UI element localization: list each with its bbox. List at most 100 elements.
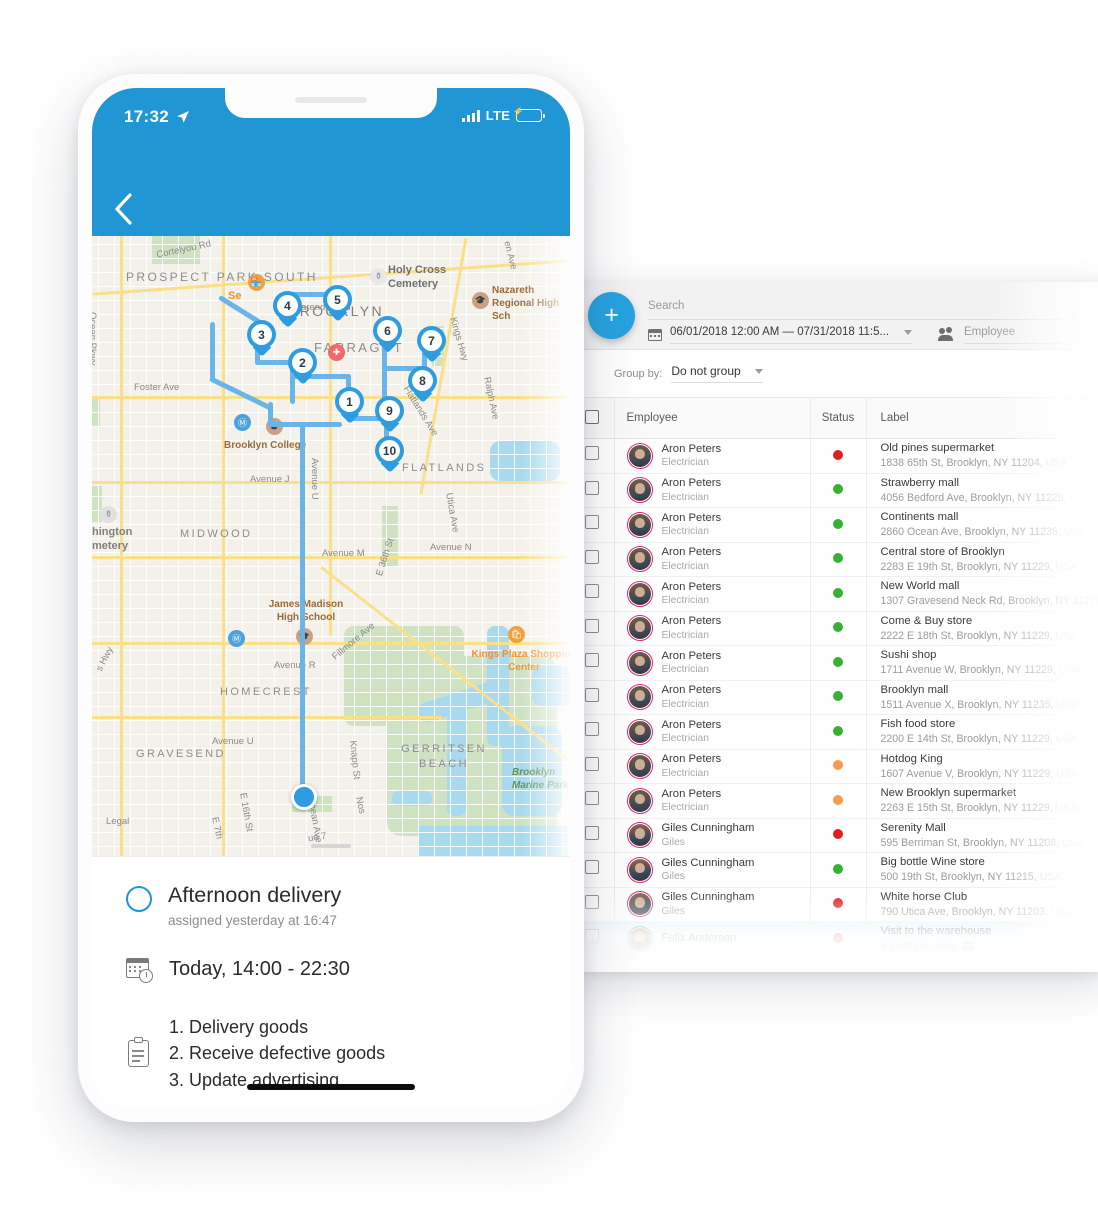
table-row[interactable]: Aron Peters Electrician Hotdog King 1607 Av… [570, 749, 1098, 784]
employee-cell: Giles Cunningham Giles [614, 887, 811, 922]
map-pin-number: 5 [327, 289, 348, 310]
row-checkbox[interactable] [584, 480, 599, 495]
task-schedule: Today, 14:00 - 22:30 [169, 958, 350, 981]
row-checkbox[interactable] [584, 687, 599, 702]
row-checkbox[interactable] [584, 756, 599, 771]
table-row[interactable]: Aron Peters Electrician Brooklyn mall 1511 … [570, 680, 1098, 715]
table-row[interactable]: Giles Cunningham Giles White horse Club 790… [570, 887, 1098, 922]
calendar-clock-icon [126, 956, 156, 984]
map-pin[interactable]: 1 [326, 387, 373, 463]
date-range-select[interactable]: 06/01/2018 12:00 AM — 07/31/2018 11:5... [670, 326, 912, 344]
employee-name: Aron Peters [661, 511, 722, 524]
map-pin[interactable]: 10 [366, 436, 413, 512]
row-checkbox[interactable] [584, 791, 599, 806]
map-pin[interactable]: 8 [399, 366, 446, 442]
row-checkbox[interactable] [584, 860, 599, 875]
back-button[interactable] [112, 192, 134, 226]
map-pin[interactable]: 7 [408, 326, 455, 402]
status-cell [810, 645, 867, 681]
avatar [626, 753, 653, 780]
row-checkbox[interactable] [584, 722, 599, 737]
label-cell: Visit to the warehouse 6 points in route [866, 921, 1098, 957]
map-area-label: PROSPECT PARK SOUTH [126, 270, 318, 284]
table-row[interactable]: Aron Peters Electrician New World mall 1307… [570, 576, 1098, 612]
employee-cell: Aron Peters Electrician [614, 473, 811, 508]
row-checkbox[interactable] [584, 929, 599, 944]
label-cell: Hotdog King 1607 Avenue V, Brooklyn, NY 1… [866, 749, 1098, 784]
label-cell: Serenity Mall 595 Berriman St, Brooklyn, … [866, 818, 1098, 853]
table-row[interactable]: Aron Peters Electrician Come & Buy store 22… [570, 611, 1098, 646]
employee-role: Electrician [661, 457, 710, 469]
nav-bar [92, 184, 570, 236]
avatar [626, 615, 653, 642]
column-label[interactable]: Label [866, 397, 1098, 439]
map-pin-number: 1 [339, 391, 360, 412]
map-pin[interactable]: 4 [264, 291, 311, 367]
map-pin[interactable]: 6 [364, 316, 411, 392]
circle-outline-icon[interactable] [126, 886, 152, 912]
map-pin-number: 10 [379, 440, 400, 461]
row-checkbox[interactable] [584, 549, 599, 564]
employee-role: Electrician [661, 560, 710, 572]
status-indicators: LTE ⚡ [461, 107, 545, 123]
status-cell [810, 611, 867, 646]
map-pin[interactable]: 5 [314, 285, 361, 361]
task-step: 2. Receive defective goods [169, 1043, 386, 1064]
table-row[interactable]: Aron Peters Electrician Fish food store 220… [570, 714, 1098, 750]
table-row[interactable]: Aron Peters Electrician Sushi shop 1711 Ave… [570, 645, 1098, 681]
table-header-row: Employee Status Label [570, 397, 1098, 439]
employee-filter-input[interactable]: Employee [964, 326, 1098, 344]
employee-name: Aron Peters [661, 580, 722, 593]
chevron-down-icon [755, 368, 764, 374]
map-area-label: GERRITSEN BEACH [401, 743, 487, 770]
avatar [626, 477, 653, 504]
row-checkbox[interactable] [584, 653, 599, 668]
table-row[interactable]: Aron Peters Electrician Continents mall 286… [570, 507, 1098, 543]
table-row[interactable]: Giles Cunningham Giles Big bottle Wine sto… [570, 852, 1098, 888]
table-row[interactable]: Aron Peters Electrician Old pines supermar… [570, 438, 1098, 474]
task-label: Strawberry mall [880, 476, 959, 489]
employee-name: Aron Peters [661, 649, 722, 662]
status-badge [833, 656, 843, 667]
transit-icon: Ⓜ [228, 630, 245, 647]
column-employee[interactable]: Employee [614, 397, 811, 439]
map-pin[interactable]: 2 [279, 348, 326, 424]
route-segment [300, 422, 305, 802]
map-pin-number: 4 [277, 295, 298, 316]
table-row[interactable]: Aron Peters Electrician Strawberry mall 405… [570, 473, 1098, 508]
row-checkbox[interactable] [584, 515, 599, 530]
task-steps: 1. Delivery goods 2. Receive defective g… [169, 1014, 385, 1093]
home-indicator[interactable] [247, 1084, 415, 1090]
row-checkbox[interactable] [584, 618, 599, 633]
status-cell [810, 749, 867, 784]
task-label: Fish food store [880, 718, 956, 731]
row-checkbox[interactable] [584, 446, 599, 461]
map-area-label: FLATLANDS [402, 462, 487, 474]
search-input[interactable]: Search [648, 296, 1078, 320]
row-checkbox[interactable] [584, 584, 599, 599]
table-row[interactable]: Aron Peters Electrician Central store of B… [570, 542, 1098, 577]
employee-cell: Aron Peters Electrician [614, 645, 811, 681]
select-all-checkbox[interactable] [584, 409, 599, 424]
sheet-drag-handle[interactable] [311, 844, 351, 848]
row-checkbox[interactable] [584, 894, 599, 909]
table-row[interactable]: Felix Anderson Visit to the warehouse 6 po… [570, 921, 1098, 957]
map-major-road [92, 481, 570, 484]
column-status[interactable]: Status [810, 397, 867, 439]
avatar [626, 649, 653, 676]
group-by-select[interactable]: Do not group [671, 364, 764, 383]
map-major-road [222, 236, 225, 856]
map-pin[interactable]: 9 [366, 396, 413, 472]
task-label: Visit to the warehouse [880, 925, 992, 938]
route-map[interactable]: PROSPECT PARK SOUTH BROOKLYN FARRAGUT FL… [92, 236, 570, 856]
task-address: 1711 Avenue W, Brooklyn, NY 11229, USA [880, 664, 1081, 677]
row-checkbox[interactable] [584, 825, 599, 840]
employee-cell: Aron Peters Electrician [614, 438, 811, 474]
group-by-value: Do not group [671, 364, 741, 378]
add-button[interactable]: + [588, 292, 635, 339]
employee-name: Aron Peters [661, 787, 722, 800]
table-row[interactable]: Aron Peters Electrician New Brooklyn super… [570, 783, 1098, 819]
map-pin[interactable]: 3 [238, 320, 285, 396]
avatar [626, 442, 653, 469]
table-row[interactable]: Giles Cunningham Giles Serenity Mall 595 Be… [570, 818, 1098, 853]
